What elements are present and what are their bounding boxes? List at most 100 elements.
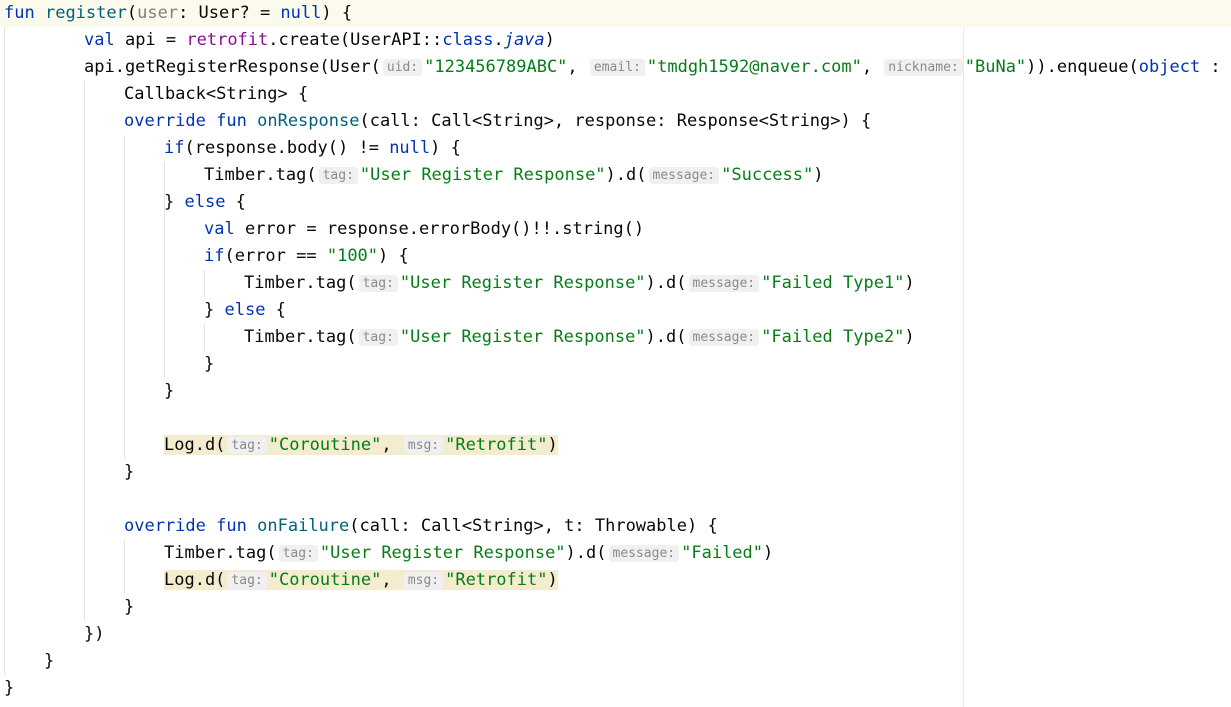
keyword: else: [224, 300, 266, 320]
code-line[interactable]: Timber.tag(tag: "User Register Response")…: [0, 162, 1231, 189]
code-line[interactable]: }: [0, 459, 1231, 486]
code-line[interactable]: Log.d(tag: "Coroutine", msg: "Retrofit"): [0, 567, 1231, 594]
code-text: ): [544, 30, 555, 50]
code-line[interactable]: }: [0, 675, 1231, 702]
code-line[interactable]: val api = retrofit.create(UserAPI::class…: [0, 27, 1231, 54]
code-line[interactable]: }: [0, 378, 1231, 405]
code-line[interactable]: }: [0, 648, 1231, 675]
keyword: fun: [4, 3, 35, 23]
code-text: }: [124, 597, 135, 617]
keyword: null: [389, 138, 431, 158]
keyword: val: [84, 30, 115, 50]
code-line[interactable]: val error = response.errorBody()!!.strin…: [0, 216, 1231, 243]
code-line[interactable]: } else {: [0, 189, 1231, 216]
parameter-hint: tag:: [358, 329, 398, 346]
parameter-hint: uid:: [382, 59, 423, 76]
code-text: .: [493, 30, 504, 50]
code-line[interactable]: if(response.body() != null) {: [0, 135, 1231, 162]
code-text: ): [904, 327, 915, 347]
string-literal: "Coroutine": [268, 570, 382, 590]
parameter-hint: message:: [648, 167, 720, 184]
property-name: retrofit: [186, 30, 269, 50]
code-text: }): [84, 624, 105, 644]
code-text: (response.body() !=: [184, 138, 390, 158]
parameter-hint: email:: [589, 59, 645, 76]
code-text: }: [204, 354, 215, 374]
string-literal: "Failed": [681, 543, 764, 563]
parameter-hint: tag:: [318, 167, 358, 184]
keyword: val: [204, 219, 235, 239]
keyword: override: [124, 111, 206, 131]
string-literal: "User Register Response": [359, 165, 606, 185]
code-text: }: [44, 651, 55, 671]
function-name: register: [44, 3, 127, 23]
parameter-hint: tag:: [227, 572, 267, 589]
code-text: }: [164, 192, 185, 212]
string-literal: "Success": [721, 165, 814, 185]
code-line[interactable]: }): [0, 621, 1231, 648]
string-literal: "123456789ABC": [424, 57, 568, 77]
parameter-hint: tag:: [358, 275, 398, 292]
keyword: else: [184, 192, 226, 212]
code-text: ): [547, 435, 558, 455]
code-line[interactable]: Timber.tag(tag: "User Register Response")…: [0, 270, 1231, 297]
keyword: if: [204, 246, 225, 266]
parameter-hint: tag:: [278, 545, 318, 562]
parameter-hint: message:: [688, 329, 760, 346]
code-line[interactable]: override fun onResponse(call: Call<Strin…: [0, 108, 1231, 135]
code-text: Log.d(: [164, 570, 226, 590]
code-line[interactable]: Timber.tag(tag: "User Register Response")…: [0, 540, 1231, 567]
code-line[interactable]: }: [0, 594, 1231, 621]
code-line[interactable]: api.getRegisterResponse(User(uid: "123456…: [0, 54, 1231, 81]
string-literal: "User Register Response": [319, 543, 566, 563]
parameter-hint: nickname:: [884, 59, 963, 76]
code-text: }: [124, 462, 135, 482]
code-line[interactable]: Log.d(tag: "Coroutine", msg: "Retrofit"): [0, 432, 1231, 459]
code-text: : User? =: [178, 3, 281, 23]
keyword: object: [1138, 57, 1201, 77]
string-literal: "User Register Response": [399, 327, 646, 347]
parameter-hint: message:: [688, 275, 760, 292]
code-text: ).d(: [605, 165, 647, 185]
code-text: }: [4, 678, 15, 698]
code-text: (: [126, 3, 138, 23]
code-text: error = response.errorBody()!!.string(): [234, 219, 645, 239]
code-text: .create(UserAPI::: [268, 30, 443, 50]
string-literal: "100": [326, 246, 379, 266]
string-literal: "Coroutine": [268, 435, 382, 455]
string-literal: "Failed Type1": [761, 273, 905, 293]
code-text: ): [904, 273, 915, 293]
code-text: Timber.tag(: [244, 273, 357, 293]
function-name: onResponse: [257, 111, 360, 131]
string-literal: "Retrofit": [445, 435, 548, 455]
highlighted-statement: Log.d(tag: "Coroutine", msg: "Retrofit"): [164, 570, 558, 590]
keyword: fun: [216, 111, 247, 131]
highlighted-statement: Log.d(tag: "Coroutine", msg: "Retrofit"): [164, 435, 558, 455]
code-line[interactable]: fun register(user: User? = null) {: [0, 0, 1231, 27]
code-line[interactable]: if(error == "100") {: [0, 243, 1231, 270]
code-text: ): [763, 543, 774, 563]
code-text: ).d(: [565, 543, 607, 563]
code-text: }: [164, 381, 175, 401]
code-line[interactable]: Timber.tag(tag: "User Register Response")…: [0, 324, 1231, 351]
code-text: ) {: [321, 3, 353, 23]
keyword: class: [442, 30, 494, 50]
keyword: fun: [216, 516, 247, 536]
code-line[interactable]: Callback<String> {: [0, 81, 1231, 108]
code-text: {: [225, 192, 246, 212]
code-text: Timber.tag(: [164, 543, 277, 563]
keyword: if: [164, 138, 185, 158]
code-text: ) {: [378, 246, 409, 266]
code-line[interactable]: override fun onFailure(call: Call<String…: [0, 513, 1231, 540]
keyword: override: [124, 516, 206, 536]
function-name: onFailure: [257, 516, 350, 536]
code-text: ): [813, 165, 824, 185]
parameter-hint: tag:: [227, 437, 267, 454]
code-editor[interactable]: fun register(user: User? = null) { val a…: [0, 0, 1231, 707]
parameter-hint: msg:: [403, 437, 444, 454]
code-text: (call: Call<String>, t: Throwable) {: [349, 516, 718, 536]
code-text: {: [265, 300, 286, 320]
code-line[interactable]: } else {: [0, 297, 1231, 324]
code-line[interactable]: }: [0, 351, 1231, 378]
code-text: ,: [381, 570, 402, 590]
